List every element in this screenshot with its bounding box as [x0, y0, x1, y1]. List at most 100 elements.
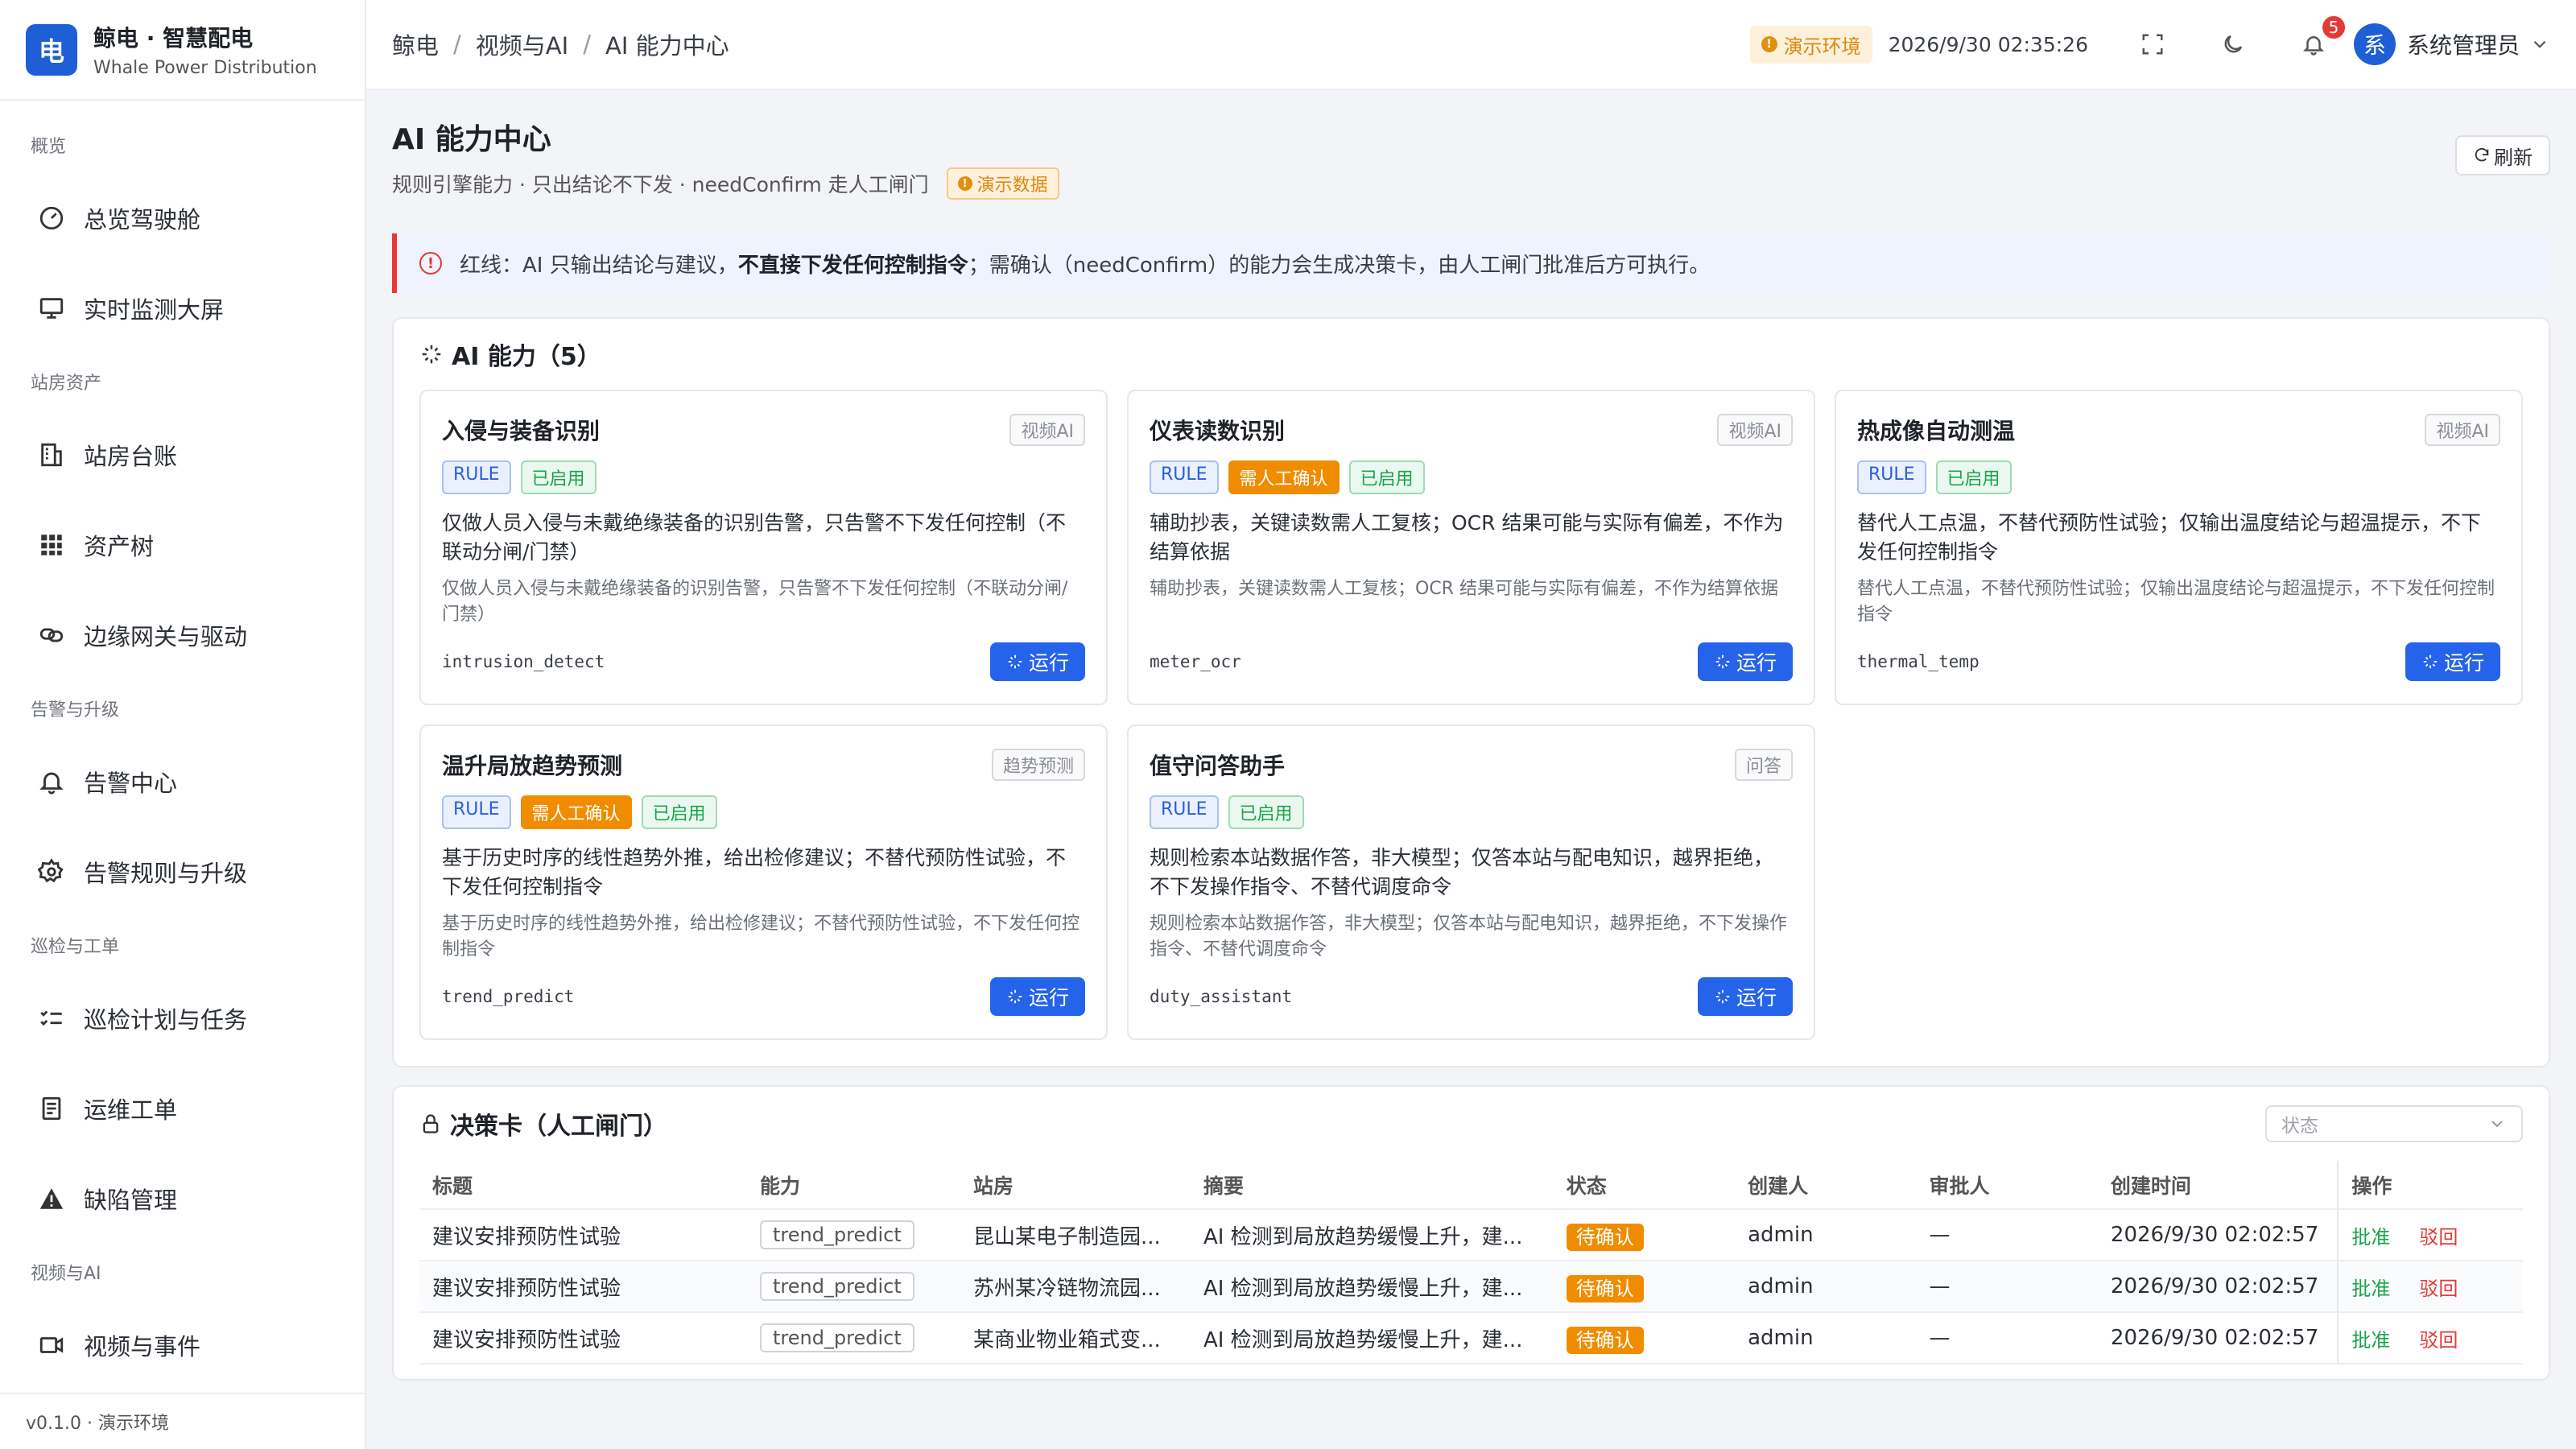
row-title: 建议安排预防性试验 — [419, 1312, 747, 1364]
env-badge: ! 演示环境 — [1749, 25, 1872, 64]
lock-icon — [423, 1114, 439, 1133]
capability-tag: trend_predict — [759, 1272, 914, 1301]
clock: 2026/9/30 02:35:26 — [1888, 32, 2088, 56]
sidebar-item[interactable]: 告警中心 — [0, 737, 365, 827]
table-row[interactable]: 建议安排预防性试验 trend_predict 苏州某冷链物流园... AI 检… — [419, 1261, 2523, 1313]
row-capability-cell: trend_predict — [746, 1312, 961, 1364]
sidebar: 电 鲸电 · 智慧配电 Whale Power Distribution 概览总… — [0, 0, 366, 1449]
table-header-cell: 状态 — [1553, 1161, 1736, 1210]
status-filter-placeholder: 状态 — [2281, 1116, 2318, 1137]
sidebar-item[interactable]: 巡检计划与任务 — [0, 973, 365, 1063]
capability-code: trend_predict — [442, 987, 575, 1006]
status-filter-select[interactable]: 状态 — [2265, 1105, 2523, 1142]
capability-code: thermal_temp — [1857, 652, 1979, 671]
brand-logo: 电 — [26, 23, 77, 76]
run-button[interactable]: 运行 — [2405, 642, 2500, 681]
breadcrumb-item-home[interactable]: 鲸电 — [392, 27, 439, 61]
capability-type-tag: 视频AI — [1009, 414, 1085, 446]
row-summary: AI 检测到局放趋势缓慢上升，建... — [1190, 1312, 1554, 1364]
run-button[interactable]: 运行 — [989, 642, 1085, 681]
reject-button[interactable]: 驳回 — [2419, 1226, 2458, 1249]
sparkle-icon — [422, 345, 441, 364]
capability-card: 值守问答助手 问答 RULE 已启用 规则检索本站数据作答，非大模型；仅答本站与配… — [1127, 724, 1815, 1040]
chevron-down-icon — [2533, 40, 2546, 48]
row-creator: admin — [1735, 1261, 1917, 1313]
fullscreen-icon[interactable] — [2136, 28, 2169, 60]
demo-data-label: 演示数据 — [976, 175, 1048, 196]
approve-button[interactable]: 批准 — [2351, 1226, 2390, 1249]
chevron-down-icon — [2491, 1121, 2503, 1128]
capabilities-panel: AI 能力（5） 入侵与装备识别 视频AI RULE 已启用 仅做人员入侵与未戴绝… — [392, 317, 2550, 1067]
row-summary: AI 检测到局放趋势缓慢上升，建... — [1190, 1209, 1554, 1261]
sidebar-item[interactable]: 缺陷管理 — [0, 1154, 365, 1244]
row-station: 昆山某电子制造园... — [960, 1209, 1191, 1261]
row-capability-cell: trend_predict — [746, 1209, 961, 1261]
row-created: 2026/9/30 02:02:57 — [2097, 1312, 2339, 1364]
sidebar-item[interactable]: 实时监测大屏 — [0, 263, 365, 353]
sidebar-item[interactable]: 边缘网关与驱动 — [0, 590, 365, 680]
capability-type-tag: 视频AI — [1717, 414, 1793, 446]
capability-card: 入侵与装备识别 视频AI RULE 已启用 仅做人员入侵与未戴绝缘装备的识别告警，… — [419, 390, 1108, 705]
sidebar-item[interactable]: 站房台账 — [0, 410, 365, 500]
sparkle-icon — [2423, 654, 2438, 669]
breadcrumb-separator: / — [583, 31, 591, 58]
sparkle-icon — [1008, 989, 1022, 1004]
user-menu[interactable]: 系 系统管理员 — [2353, 23, 2550, 65]
row-creator: admin — [1735, 1312, 1917, 1364]
document-icon — [37, 1094, 66, 1123]
checklist-icon — [37, 1004, 66, 1033]
dashboard-icon — [37, 204, 66, 233]
decision-panel: 决策卡（人工闸门） 状态 标题 能力 站房 摘要 状态 创建人 审批人 创建时间 操作 建议安排… — [392, 1085, 2550, 1381]
sidebar-item[interactable]: 告警规则与升级 — [0, 827, 365, 917]
sidebar-item[interactable]: 视频与事件 — [0, 1300, 365, 1390]
row-capability-cell: trend_predict — [746, 1261, 961, 1313]
reject-button[interactable]: 驳回 — [2419, 1329, 2458, 1352]
sidebar-item[interactable]: 资产树 — [0, 500, 365, 590]
run-button[interactable]: 运行 — [989, 977, 1085, 1016]
brand[interactable]: 电 鲸电 · 智慧配电 Whale Power Distribution — [0, 0, 365, 101]
brand-subtitle: Whale Power Distribution — [93, 58, 317, 78]
link-icon — [37, 621, 66, 650]
row-approver: — — [1916, 1209, 2098, 1261]
page-title: AI 能力中心 — [392, 123, 551, 156]
enabled-tag: 已启用 — [520, 460, 597, 494]
row-creator: admin — [1735, 1209, 1917, 1261]
moon-icon[interactable] — [2217, 28, 2249, 60]
nav-group-label: 告警与升级 — [31, 700, 120, 720]
version-footer: v0.1.0 · 演示环境 — [0, 1393, 366, 1449]
run-button[interactable]: 运行 — [1697, 977, 1793, 1016]
approve-button[interactable]: 批准 — [2351, 1278, 2390, 1300]
row-summary: AI 检测到局放趋势缓慢上升，建... — [1190, 1261, 1554, 1313]
rule-tag: RULE — [1150, 795, 1219, 829]
sparkle-icon — [1008, 654, 1022, 669]
capability-title: 值守问答助手 — [1150, 753, 1286, 779]
capability-title: 入侵与装备识别 — [442, 418, 601, 444]
need-confirm-tag: 需人工确认 — [1228, 460, 1340, 494]
run-label: 运行 — [1028, 986, 1069, 1009]
table-row[interactable]: 建议安排预防性试验 trend_predict 昆山某电子制造园... AI 检… — [419, 1209, 2523, 1261]
video-icon — [37, 1331, 66, 1360]
demo-data-badge: ! 演示数据 — [946, 167, 1059, 200]
enabled-tag: 已启用 — [1228, 795, 1304, 829]
sidebar-item[interactable]: 总览驾驶舱 — [0, 173, 365, 263]
table-header-cell: 创建人 — [1735, 1161, 1917, 1210]
alert-icon: ! — [419, 252, 442, 275]
approve-button[interactable]: 批准 — [2351, 1329, 2390, 1352]
need-confirm-tag: 需人工确认 — [520, 795, 632, 829]
reject-button[interactable]: 驳回 — [2419, 1278, 2458, 1300]
sidebar-item-label: 视频与事件 — [84, 1333, 201, 1360]
sidebar-item-label: 缺陷管理 — [84, 1187, 178, 1214]
refresh-button[interactable]: 刷新 — [2455, 135, 2550, 175]
capability-detail: 仅做人员入侵与未戴绝缘装备的识别告警，只告警不下发任何控制（不联动分闸/门禁） — [442, 579, 1068, 625]
enabled-tag: 已启用 — [641, 795, 717, 829]
table-row[interactable]: 建议安排预防性试验 trend_predict 某商业物业箱式变... AI 检… — [419, 1312, 2523, 1364]
capability-card: 热成像自动测温 视频AI RULE 已启用 替代人工点温，不替代预防性试验；仅输出… — [1835, 390, 2523, 705]
capability-card: 仪表读数识别 视频AI RULE 需人工确认 已启用 辅助抄表，关键读数需人工复核；… — [1127, 390, 1815, 705]
brand-name: 鲸电 · 智慧配电 — [93, 25, 254, 52]
breadcrumb-item-video-ai[interactable]: 视频与AI — [476, 27, 568, 61]
run-button[interactable]: 运行 — [1697, 642, 1793, 681]
sidebar-item[interactable]: 运维工单 — [0, 1063, 365, 1154]
notification-bell[interactable]: 5 — [2297, 14, 2347, 60]
enabled-tag: 已启用 — [1348, 460, 1425, 494]
info-icon: ! — [1761, 36, 1777, 52]
